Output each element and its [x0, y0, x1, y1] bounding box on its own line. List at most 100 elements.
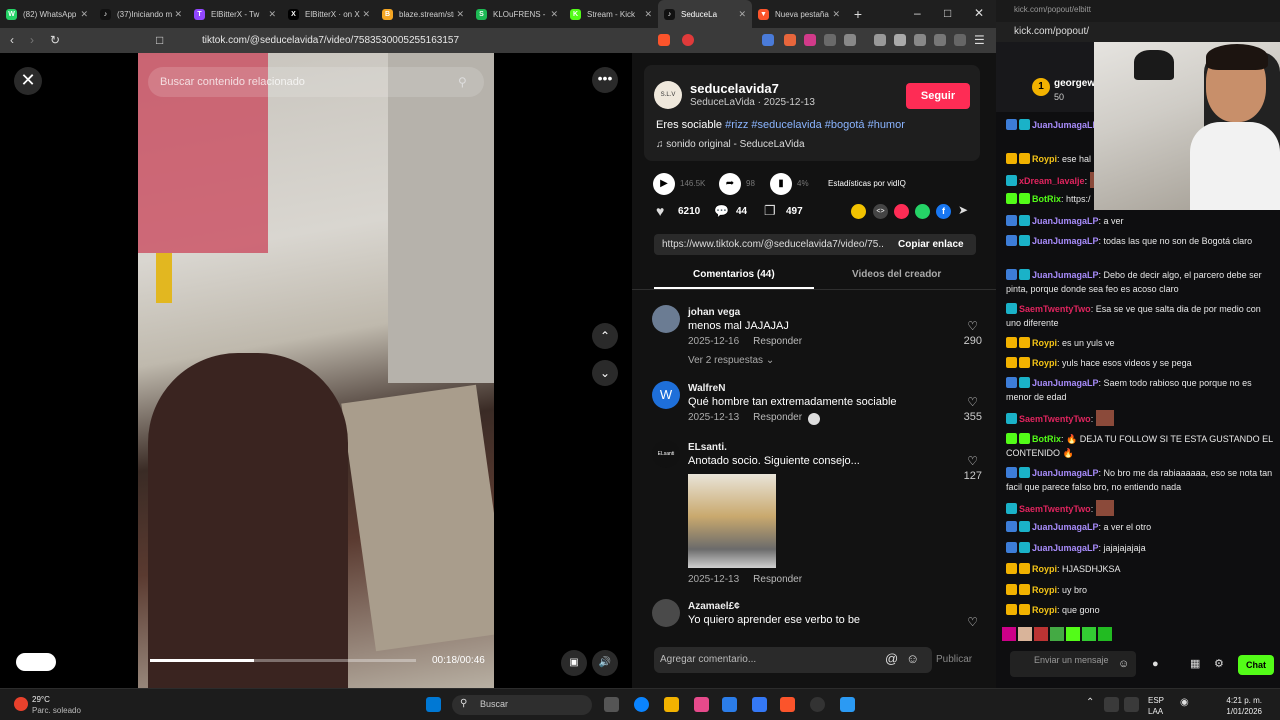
extension-icon[interactable] — [844, 34, 856, 46]
browser-tab[interactable]: ▼ Nueva pestaña ✕ — [752, 0, 846, 28]
windows-start-icon[interactable] — [426, 697, 441, 712]
extension-icon[interactable] — [804, 34, 816, 46]
browser-tab[interactable]: X ElBitterX · on X ✕ — [282, 0, 376, 28]
copilot-icon[interactable] — [694, 697, 709, 712]
comment-like-icon[interactable]: ♡ — [967, 319, 978, 333]
author-avatar[interactable]: S.L.V — [654, 81, 682, 109]
copy-link-button[interactable]: Copiar enlace — [898, 239, 964, 250]
commenter-name[interactable]: Azamael£¢ — [688, 601, 740, 612]
chat-username[interactable]: Roypi — [1032, 338, 1057, 348]
close-button[interactable]: ✕ — [14, 67, 42, 95]
brave-icon[interactable] — [780, 697, 795, 712]
whatsapp-icon[interactable] — [915, 204, 930, 219]
post-link[interactable]: https://www.tiktok.com/@seducelavida7/vi… — [662, 239, 884, 250]
community-icon[interactable]: ● — [1152, 658, 1159, 670]
comment-image[interactable] — [688, 474, 776, 568]
tray-icon[interactable] — [1124, 697, 1139, 712]
stats-icon[interactable]: ▮ — [770, 173, 792, 195]
top-gifter-name[interactable]: georgew — [1054, 78, 1095, 89]
video-player[interactable] — [138, 53, 494, 688]
tray-chevron-icon[interactable]: ⌃ — [1086, 697, 1094, 708]
new-tab-button[interactable]: + — [846, 6, 870, 22]
chat-username[interactable]: JuanJumagaLP — [1032, 468, 1099, 478]
commenter-name[interactable]: ELsanti. — [688, 442, 727, 453]
chat-username[interactable]: Roypi — [1032, 605, 1057, 615]
menu-icon[interactable]: ☰ — [974, 33, 985, 47]
sound-link[interactable]: ♫ sonido original - SeduceLaVida — [656, 139, 805, 150]
comment-icon[interactable]: 💬 — [714, 204, 729, 218]
miniplayer-toggle[interactable] — [16, 653, 56, 671]
vpn-icon[interactable] — [954, 34, 966, 46]
next-video-button[interactable]: ⌄ — [592, 360, 618, 386]
chat-username[interactable]: BotRix — [1032, 194, 1061, 204]
publish-button[interactable]: Publicar — [936, 654, 972, 665]
emoji-picker-icon[interactable]: ☺ — [1118, 658, 1129, 670]
store-icon[interactable] — [722, 697, 737, 712]
media-icon[interactable] — [874, 34, 886, 46]
window-close-button[interactable]: ✕ — [974, 6, 984, 20]
tab-close-icon[interactable]: ✕ — [550, 9, 558, 20]
chat-username[interactable]: Roypi — [1032, 564, 1057, 574]
view-replies-button[interactable]: Ver 2 respuestas ⌄ — [688, 355, 774, 366]
chat-username[interactable]: Roypi — [1032, 154, 1057, 164]
app-icon[interactable] — [752, 697, 767, 712]
search-related-input[interactable]: Buscar contenido relacionado — [148, 67, 484, 97]
chat-username[interactable]: SaemTwentyTwo — [1019, 304, 1091, 314]
reply-button[interactable]: Responder — [753, 412, 802, 423]
tab-close-icon[interactable]: ✕ — [832, 9, 840, 20]
coin-icon[interactable] — [851, 204, 866, 219]
chat-username[interactable]: SaemTwentyTwo — [1019, 504, 1091, 514]
tab-close-icon[interactable]: ✕ — [268, 9, 276, 20]
taskbar-search[interactable]: Buscar — [452, 695, 592, 715]
chat-username[interactable]: JuanJumagaLP — [1032, 236, 1099, 246]
commenter-avatar[interactable]: W — [652, 381, 680, 409]
chat-username[interactable]: JuanJumagaLP — [1032, 522, 1099, 532]
play-icon[interactable]: ▶ — [653, 173, 675, 195]
chat-username[interactable]: JuanJumagaLP — [1032, 216, 1099, 226]
embed-icon[interactable]: <> — [873, 204, 888, 219]
tab-comments[interactable]: Comentarios (44) — [693, 269, 775, 280]
window-minimize-button[interactable]: – — [914, 6, 921, 20]
brave-shield-icon[interactable] — [658, 34, 670, 46]
video-progress-bar[interactable] — [150, 659, 416, 662]
previous-video-button[interactable]: ⌃ — [592, 323, 618, 349]
browser-tab[interactable]: ♪ (37)Iniciando mi ✕ — [94, 0, 188, 28]
share-arrow-icon[interactable]: ➤ — [958, 203, 968, 217]
tab-close-icon[interactable]: ✕ — [80, 9, 88, 20]
volume-icon[interactable]: 🔊 — [592, 650, 618, 676]
search-icon[interactable]: ⚲ — [458, 75, 467, 89]
settings-gear-icon[interactable]: ⚙ — [1214, 657, 1224, 670]
obs-icon[interactable] — [810, 697, 825, 712]
tray-icon[interactable] — [1104, 697, 1119, 712]
tab-close-icon[interactable]: ✕ — [362, 9, 370, 20]
repost-icon[interactable] — [894, 204, 909, 219]
browser-tab[interactable]: K Stream - Kick ✕ — [564, 0, 658, 28]
tab-creator-videos[interactable]: Videos del creador — [852, 269, 941, 280]
chat-username[interactable]: Roypi — [1032, 585, 1057, 595]
chat-username[interactable]: JuanJumagaLP — [1032, 378, 1099, 388]
extension-translate-icon[interactable] — [762, 34, 774, 46]
mention-icon[interactable]: @ — [885, 651, 898, 666]
leo-icon[interactable] — [934, 34, 946, 46]
system-clock[interactable]: 4:21 p. m. 1/01/2026 — [1202, 695, 1262, 717]
commenter-name[interactable]: WalfreN — [688, 383, 725, 394]
reply-button[interactable]: Responder — [753, 336, 802, 347]
chat-username[interactable]: Roypi — [1032, 358, 1057, 368]
floating-player-icon[interactable]: ▣ — [561, 650, 587, 676]
chat-username[interactable]: JuanJumagaLP — [1032, 270, 1099, 280]
comment-like-icon[interactable]: ♡ — [967, 454, 978, 468]
language-indicator[interactable]: ESP LAA — [1148, 695, 1164, 717]
browser-tab[interactable]: W (82) WhatsApp ✕ — [0, 0, 94, 28]
commenter-avatar[interactable] — [652, 305, 680, 333]
file-explorer-icon[interactable] — [664, 697, 679, 712]
caption-hashtags[interactable]: #rizz #seducelavida #bogotá #humor — [725, 119, 905, 131]
browser-tab[interactable]: Bblaze.stream/stre ✕ — [376, 0, 470, 28]
comment-like-icon[interactable]: ♡ — [967, 615, 978, 629]
commenter-avatar[interactable] — [652, 599, 680, 627]
author-username[interactable]: seducelavida7 — [690, 81, 779, 96]
reload-icon[interactable]: ↻ — [50, 33, 60, 47]
store-icon[interactable]: ▦ — [1190, 657, 1200, 670]
browser-tab[interactable]: T ElBitterX - Tw ✕ — [188, 0, 282, 28]
weather-widget[interactable]: 29°C Parc. soleado — [32, 694, 81, 716]
edge-icon[interactable] — [634, 697, 649, 712]
